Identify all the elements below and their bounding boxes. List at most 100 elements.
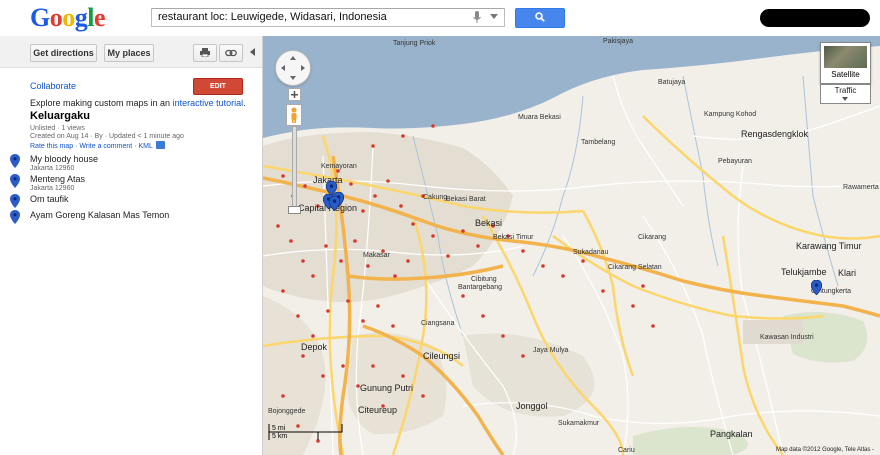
magnifier-icon (535, 12, 545, 22)
place-name[interactable]: Ayam Goreng Kalasan Mas Temon (30, 210, 169, 220)
blue-placemark-icon[interactable] (10, 194, 20, 211)
map-label: Bekasi Barat (446, 196, 486, 203)
logo-letter: l (87, 3, 94, 32)
interactive-tutorial-link[interactable]: interactive tutorial (173, 98, 244, 108)
place-name[interactable]: My bloody house (30, 154, 98, 164)
map-label: Pangkalan (710, 429, 753, 439)
logo-letter: o (49, 3, 63, 32)
blue-placemark-icon[interactable] (10, 210, 20, 227)
map-label: Telukjambe (781, 267, 827, 277)
printer-icon (200, 48, 210, 58)
print-button[interactable] (193, 44, 217, 62)
map-label: Bantargebang (458, 284, 502, 291)
header: Google restaurant loc: Leuwigede, Widasa… (0, 0, 880, 36)
map-label: Batujaya (658, 79, 686, 86)
search-options-chevron-icon[interactable] (490, 14, 498, 19)
marker-telukjambe-icon[interactable] (810, 279, 823, 298)
map-label: Rawamerta (843, 184, 879, 191)
blue-placemark-icon[interactable] (10, 154, 20, 171)
scale-miles: 5 mi (272, 425, 286, 432)
map-label: Karawang Timur (796, 241, 862, 251)
map-label: Tanjung Priok (393, 40, 436, 47)
meta-updated: · Updated < 1 minute ago (104, 133, 184, 140)
left-panel: Get directions My places Collaborate EDI… (0, 36, 263, 455)
map-label: Makasar (363, 252, 390, 259)
microphone-icon[interactable] (472, 11, 482, 24)
write-comment-link[interactable]: Write a comment (79, 143, 132, 150)
map-title: Keluargaku (30, 110, 90, 122)
edit-button[interactable]: EDIT (193, 78, 243, 95)
search-query[interactable]: restaurant loc: Leuwigede, Widasari, Ind… (158, 11, 387, 23)
map-label: Bekasi (475, 218, 503, 228)
place-name[interactable]: Om taufik (30, 194, 69, 204)
meta-created-prefix: Created on Aug 14 · By (30, 133, 105, 140)
map-copyright: Map data ©2012 Google, Tele Atlas - (775, 447, 874, 453)
map-label: Pakisjaya (603, 38, 633, 45)
get-directions-button[interactable]: Get directions (30, 44, 97, 62)
explore-suffix: . (243, 98, 246, 108)
google-earth-icon[interactable] (155, 141, 165, 149)
search-input[interactable]: restaurant loc: Leuwigede, Widasari, Ind… (151, 8, 505, 27)
map-label: Pebayuran (718, 158, 752, 165)
map-label: Klari (838, 268, 857, 278)
zoom-slider[interactable] (292, 126, 297, 213)
map-label: Jonggol (516, 401, 548, 411)
map-label: Kemayoran (321, 163, 357, 170)
map-label: Kampung Kohod (704, 111, 757, 118)
pan-control[interactable] (275, 50, 311, 86)
map-label: Cakung (423, 194, 448, 201)
scale-kilometers: 5 km (272, 433, 288, 440)
map-label: Depok (301, 342, 328, 352)
map-label: Ciangsana (421, 320, 455, 327)
scale-bar: 5 mi 5 km (268, 423, 343, 441)
link-button[interactable] (219, 44, 243, 62)
my-places-button[interactable]: My places (104, 44, 154, 62)
map-canvas[interactable]: Pakisjaya Tanjung Priok Batujaya Muara Beka… (263, 36, 880, 455)
traffic-label: Traffic (834, 86, 857, 95)
map-label: Sukamakmur (558, 420, 600, 427)
place-address: Jakarta 12960 (30, 185, 75, 192)
chevron-down-icon (842, 97, 848, 101)
collapse-panel-arrow-icon[interactable] (250, 48, 255, 56)
plus-icon (291, 91, 298, 98)
map-label: Cibitung (471, 276, 497, 283)
map-label: Cikarang Selatan (608, 264, 662, 271)
google-logo[interactable]: Google (30, 3, 106, 33)
street-view-pegman-icon[interactable] (286, 104, 302, 126)
map-meta-created: Created on Aug 14 · By · Updated < 1 min… (30, 133, 184, 140)
collaborate-link[interactable]: Collaborate (30, 81, 76, 91)
map-base-layer (263, 36, 880, 455)
logo-letter: g (74, 3, 88, 32)
zoom-in-button[interactable] (288, 88, 301, 101)
panel-toolbar: Get directions My places (0, 36, 262, 68)
kml-link[interactable]: KML (138, 143, 152, 150)
satellite-label: Satellite (831, 70, 860, 79)
search-button[interactable] (515, 8, 565, 28)
logo-letter: o (62, 3, 75, 32)
map-label: Bojonggede (268, 408, 306, 415)
account-bar-redacted[interactable] (760, 9, 870, 27)
map-label: Tambelang (581, 139, 616, 146)
link-icon (225, 49, 237, 57)
map-label: Sukadanau (573, 249, 609, 256)
map-label: Cikarang (638, 234, 667, 241)
traffic-dropdown[interactable]: Traffic (820, 84, 871, 104)
map-label: Citeureup (358, 405, 398, 415)
place-address: Jakarta 12960 (30, 165, 75, 172)
blue-placemark-icon[interactable] (10, 174, 20, 191)
logo-letter: e (93, 3, 106, 32)
map-meta-views: Unlisted · 1 views (30, 125, 85, 132)
satellite-thumbnail (824, 46, 867, 68)
map-label: Cileungsi (423, 351, 461, 361)
map-label: Jaya Mulya (533, 347, 569, 354)
satellite-toggle[interactable]: Satellite (820, 42, 871, 84)
logo-letter: G (30, 3, 50, 32)
map-label: Cariu (618, 447, 635, 454)
rate-map-link[interactable]: Rate this map (30, 143, 73, 150)
map-label: Muara Bekasi (518, 114, 561, 121)
marker-ayam-goreng-icon[interactable] (328, 195, 341, 214)
zoom-slider-handle[interactable] (288, 206, 301, 214)
map-actions: Rate this map · Write a comment · KML (30, 141, 165, 150)
map-label: Rengasdengklok (741, 129, 809, 139)
place-name[interactable]: Menteng Atas (30, 174, 85, 184)
